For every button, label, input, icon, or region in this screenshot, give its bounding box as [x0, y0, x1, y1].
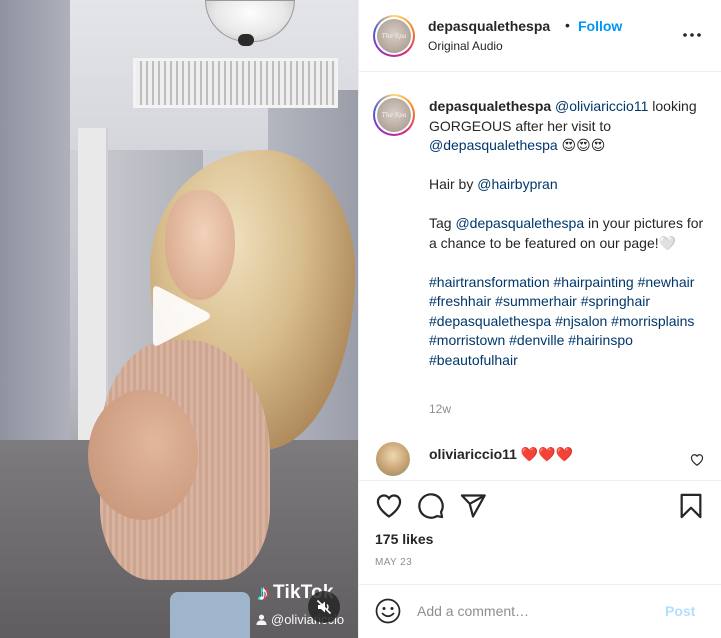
avatar-logo: The Spa: [377, 19, 411, 53]
speaker-muted-icon: [316, 599, 332, 615]
hashtag-link[interactable]: #hairinspo: [568, 332, 633, 348]
avatar-logo: The Spa: [377, 98, 411, 132]
author-username[interactable]: depasqualethespa: [428, 18, 550, 34]
separator-dot: •: [565, 17, 570, 33]
author-avatar[interactable]: The Spa: [373, 15, 415, 57]
caption-username[interactable]: depasqualethespa: [429, 98, 551, 114]
comment-heart-icon[interactable]: [690, 453, 704, 467]
caption-text: depasqualethespa @oliviariccio11 looking…: [429, 97, 714, 370]
follow-button[interactable]: Follow: [578, 18, 622, 34]
comment-body: ❤️❤️❤️: [520, 446, 574, 462]
emoji-icon[interactable]: [375, 598, 401, 624]
hashtag-link[interactable]: #denville: [509, 332, 564, 348]
more-options-icon[interactable]: [681, 27, 703, 43]
share-icon[interactable]: [459, 492, 487, 520]
comment-input[interactable]: [417, 597, 657, 625]
caption-tag-prefix: Tag: [429, 215, 452, 231]
hashtag-link[interactable]: #freshhair: [429, 293, 491, 309]
comment-icon[interactable]: [417, 492, 445, 520]
caption-hair-by: Hair by: [429, 176, 474, 192]
bookmark-icon[interactable]: [677, 492, 705, 520]
audio-label[interactable]: Original Audio: [428, 39, 503, 53]
hashtag-link[interactable]: #morrisplains: [611, 313, 694, 329]
hashtag-list: #hairtransformation #hairpainting #newha…: [429, 274, 694, 368]
post-time[interactable]: 12w: [429, 402, 451, 416]
video-player[interactable]: ♪ TikTok @oliviariccio: [0, 0, 358, 638]
comment-row: oliviariccio11 ❤️❤️❤️: [359, 436, 721, 480]
caption-author-avatar[interactable]: The Spa: [373, 94, 415, 136]
comment-text: oliviariccio11 ❤️❤️❤️: [429, 446, 573, 463]
hashtag-link[interactable]: #summerhair: [495, 293, 577, 309]
tiktok-note-icon: ♪: [258, 580, 269, 605]
mention-link[interactable]: @depasqualethespa: [455, 215, 584, 231]
mention-link[interactable]: @depasqualethespa: [429, 137, 558, 153]
hashtag-link[interactable]: #newhair: [638, 274, 695, 290]
heart-icon[interactable]: [375, 492, 403, 520]
post-actions: 175 likes MAY 23: [359, 480, 721, 580]
add-comment-bar: Post: [359, 584, 721, 638]
post-caption: The Spa depasqualethespa @oliviariccio11…: [359, 72, 721, 432]
post-comment-button[interactable]: Post: [665, 603, 695, 619]
play-icon[interactable]: [149, 281, 213, 351]
person-icon: [256, 614, 267, 625]
commenter-avatar[interactable]: [376, 442, 410, 476]
caption-emojis: 😍😍😍: [561, 137, 606, 153]
post-sidebar: The Spa depasqualethespa • Follow Origin…: [358, 0, 721, 638]
mute-button[interactable]: [308, 591, 340, 623]
hashtag-link[interactable]: #springhair: [581, 293, 650, 309]
video-frame-vent: [133, 58, 338, 108]
hashtag-link[interactable]: #beautofulhair: [429, 352, 518, 368]
hashtag-link[interactable]: #morristown: [429, 332, 505, 348]
post-date[interactable]: MAY 23: [375, 557, 412, 568]
video-frame-shoulder: [88, 390, 198, 520]
hashtag-link[interactable]: #njsalon: [555, 313, 607, 329]
likes-count[interactable]: 175 likes: [375, 531, 433, 547]
post-header: The Spa depasqualethespa • Follow Origin…: [359, 0, 721, 72]
video-frame-jeans: [170, 592, 250, 638]
commenter-username[interactable]: oliviariccio11: [429, 446, 517, 462]
hashtag-link[interactable]: #depasqualethespa: [429, 313, 551, 329]
hashtag-link[interactable]: #hairtransformation: [429, 274, 550, 290]
hashtag-link[interactable]: #hairpainting: [554, 274, 634, 290]
video-frame-lamp-knob: [238, 34, 254, 46]
mention-link[interactable]: @oliviariccio11: [555, 98, 648, 114]
mention-link[interactable]: @hairbypran: [477, 176, 557, 192]
